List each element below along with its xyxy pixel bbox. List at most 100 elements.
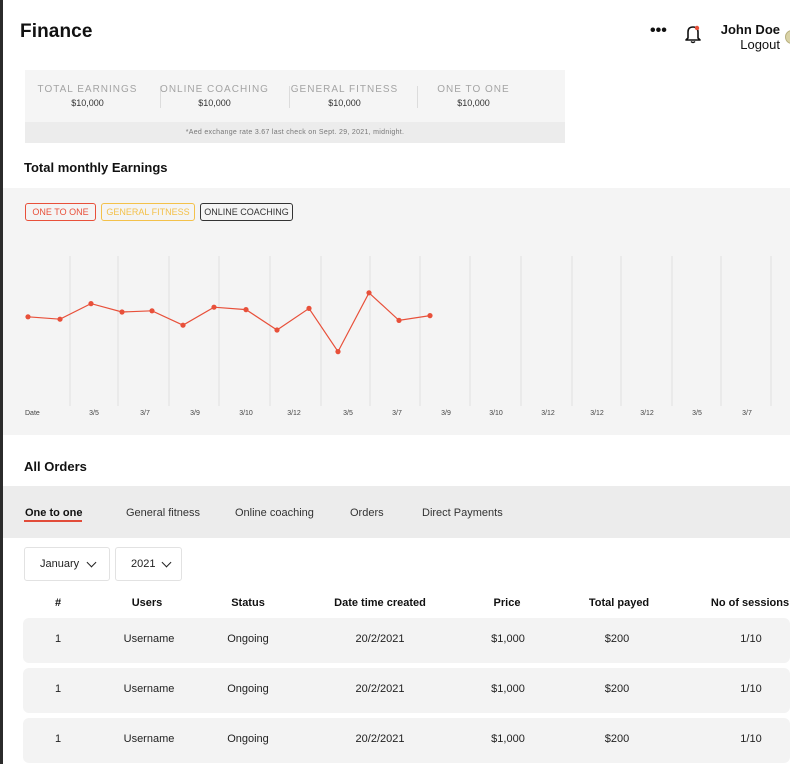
data-point xyxy=(243,307,249,313)
orders-section-title: All Orders xyxy=(24,459,87,474)
more-horizontal-icon[interactable]: ••• xyxy=(650,22,667,40)
summary-label: ONE TO ONE xyxy=(437,84,510,95)
tab-direct-payments[interactable]: Direct Payments xyxy=(422,507,503,519)
data-point xyxy=(180,322,186,328)
x-axis-label: Date xyxy=(25,410,40,417)
cell-sessions: 1/10 xyxy=(740,733,762,745)
summary-one-to-one: ONE TO ONE $10,000 xyxy=(411,84,536,108)
cell-user: Username xyxy=(123,733,175,745)
month-select-value: January xyxy=(40,558,80,570)
tab-orders[interactable]: Orders xyxy=(350,507,384,519)
x-tick-label: 3/10 xyxy=(239,410,253,417)
page-title: Finance xyxy=(20,21,93,42)
x-tick-label: 3/7 xyxy=(392,410,402,417)
column-header: Price xyxy=(493,597,521,609)
table-row[interactable]: 1 Username Ongoing 20/2/2021 $1,000 $200… xyxy=(23,668,790,713)
summary-value: $10,000 xyxy=(198,98,231,108)
summary-general-fitness: GENERAL FITNESS $10,000 xyxy=(282,84,407,108)
data-point xyxy=(335,349,341,355)
data-point xyxy=(211,304,217,310)
x-tick-label: 3/7 xyxy=(742,410,752,417)
summary-online-coaching: ONLINE COACHING $10,000 xyxy=(152,84,277,108)
earnings-chart: Date 3/5 3/7 3/9 3/10 3/12 3/5 3/7 3/9 3/10 3/12 3/… xyxy=(25,256,772,417)
table-row[interactable]: 1 Username Ongoing 20/2/2021 $1,000 $200… xyxy=(23,718,790,763)
month-select[interactable]: January xyxy=(24,547,110,581)
bell-icon[interactable] xyxy=(684,24,702,44)
x-tick-label: 3/5 xyxy=(343,410,353,417)
x-tick-label: 3/5 xyxy=(89,410,99,417)
table-row[interactable]: 1 Username Ongoing 20/2/2021 $1,000 $200… xyxy=(23,618,790,663)
cell-index: 1 xyxy=(54,683,62,695)
data-point xyxy=(57,316,63,322)
tab-one-to-one[interactable]: One to one xyxy=(25,507,82,519)
legend-one-to-one[interactable]: ONE TO ONE xyxy=(25,203,96,221)
x-tick-label: 3/12 xyxy=(590,410,604,417)
legend-general-fitness[interactable]: GENERAL FITNESS xyxy=(101,203,195,221)
chevron-down-icon xyxy=(161,557,172,568)
chart-section-title: Total monthly Earnings xyxy=(24,160,168,175)
x-tick-label: 3/5 xyxy=(692,410,702,417)
avatar[interactable] xyxy=(785,30,790,44)
data-point xyxy=(366,290,372,296)
cell-price: $1,000 xyxy=(491,683,525,695)
user-block: John Doe Logout xyxy=(718,22,780,52)
cell-total-payed: $200 xyxy=(604,733,630,745)
summary-total-earnings: TOTAL EARNINGS $10,000 xyxy=(25,84,150,108)
cell-index: 1 xyxy=(54,633,62,645)
cell-user: Username xyxy=(123,683,175,695)
summary-value: $10,000 xyxy=(457,98,490,108)
data-point xyxy=(306,305,312,311)
cell-price: $1,000 xyxy=(491,733,525,745)
earnings-chart-panel: Date 3/5 3/7 3/9 3/10 3/12 3/5 3/7 3/9 3/10 3/12 3/… xyxy=(3,188,790,435)
data-point xyxy=(25,314,31,320)
logout-link[interactable]: Logout xyxy=(718,37,780,52)
cell-total-payed: $200 xyxy=(604,683,630,695)
summary-value: $10,000 xyxy=(328,98,361,108)
x-tick-label: 3/12 xyxy=(287,410,301,417)
column-header: Status xyxy=(231,597,265,609)
x-tick-label: 3/9 xyxy=(441,410,451,417)
tab-online-coaching[interactable]: Online coaching xyxy=(235,507,314,519)
orders-tabbar: One to one General fitness Online coachi… xyxy=(3,486,790,538)
data-point xyxy=(427,313,433,319)
column-header: No of sessions xyxy=(710,597,790,609)
cell-user: Username xyxy=(123,633,175,645)
cell-sessions: 1/10 xyxy=(740,683,762,695)
tab-general-fitness[interactable]: General fitness xyxy=(126,507,200,519)
data-point xyxy=(149,308,155,314)
chevron-down-icon xyxy=(86,557,97,568)
cell-status: Ongoing xyxy=(227,733,269,745)
summary-label: TOTAL EARNINGS xyxy=(37,84,138,95)
cell-status: Ongoing xyxy=(227,683,269,695)
cell-total-payed: $200 xyxy=(604,633,630,645)
x-tick-label: 3/9 xyxy=(190,410,200,417)
summary-value: $10,000 xyxy=(71,98,104,108)
data-point xyxy=(88,301,94,307)
cell-date: 20/2/2021 xyxy=(355,633,405,645)
cell-date: 20/2/2021 xyxy=(355,733,405,745)
x-tick-label: 3/12 xyxy=(541,410,555,417)
legend-online-coaching[interactable]: ONLINE COACHING xyxy=(200,203,293,221)
column-header: Date time created xyxy=(334,597,426,609)
x-tick-label: 3/7 xyxy=(140,410,150,417)
column-header: Users xyxy=(131,597,163,609)
year-select-value: 2021 xyxy=(131,558,156,570)
column-header: Total payed xyxy=(588,597,650,609)
column-header: # xyxy=(54,597,62,609)
user-name: John Doe xyxy=(720,22,780,37)
data-point xyxy=(119,309,125,315)
year-select[interactable]: 2021 xyxy=(115,547,182,581)
exchange-rate-note: *Aed exchange rate 3.67 last check on Se… xyxy=(25,122,565,143)
data-point xyxy=(274,327,280,333)
cell-status: Ongoing xyxy=(227,633,269,645)
x-tick-label: 3/10 xyxy=(489,410,503,417)
cell-index: 1 xyxy=(54,733,62,745)
data-point xyxy=(396,317,402,323)
active-tab-indicator xyxy=(24,520,82,522)
cell-sessions: 1/10 xyxy=(740,633,762,645)
summary-label: ONLINE COACHING xyxy=(160,84,269,95)
earnings-summary: TOTAL EARNINGS $10,000 ONLINE COACHING $… xyxy=(25,70,565,143)
cell-price: $1,000 xyxy=(491,633,525,645)
summary-label: GENERAL FITNESS xyxy=(290,84,399,95)
cell-date: 20/2/2021 xyxy=(355,683,405,695)
